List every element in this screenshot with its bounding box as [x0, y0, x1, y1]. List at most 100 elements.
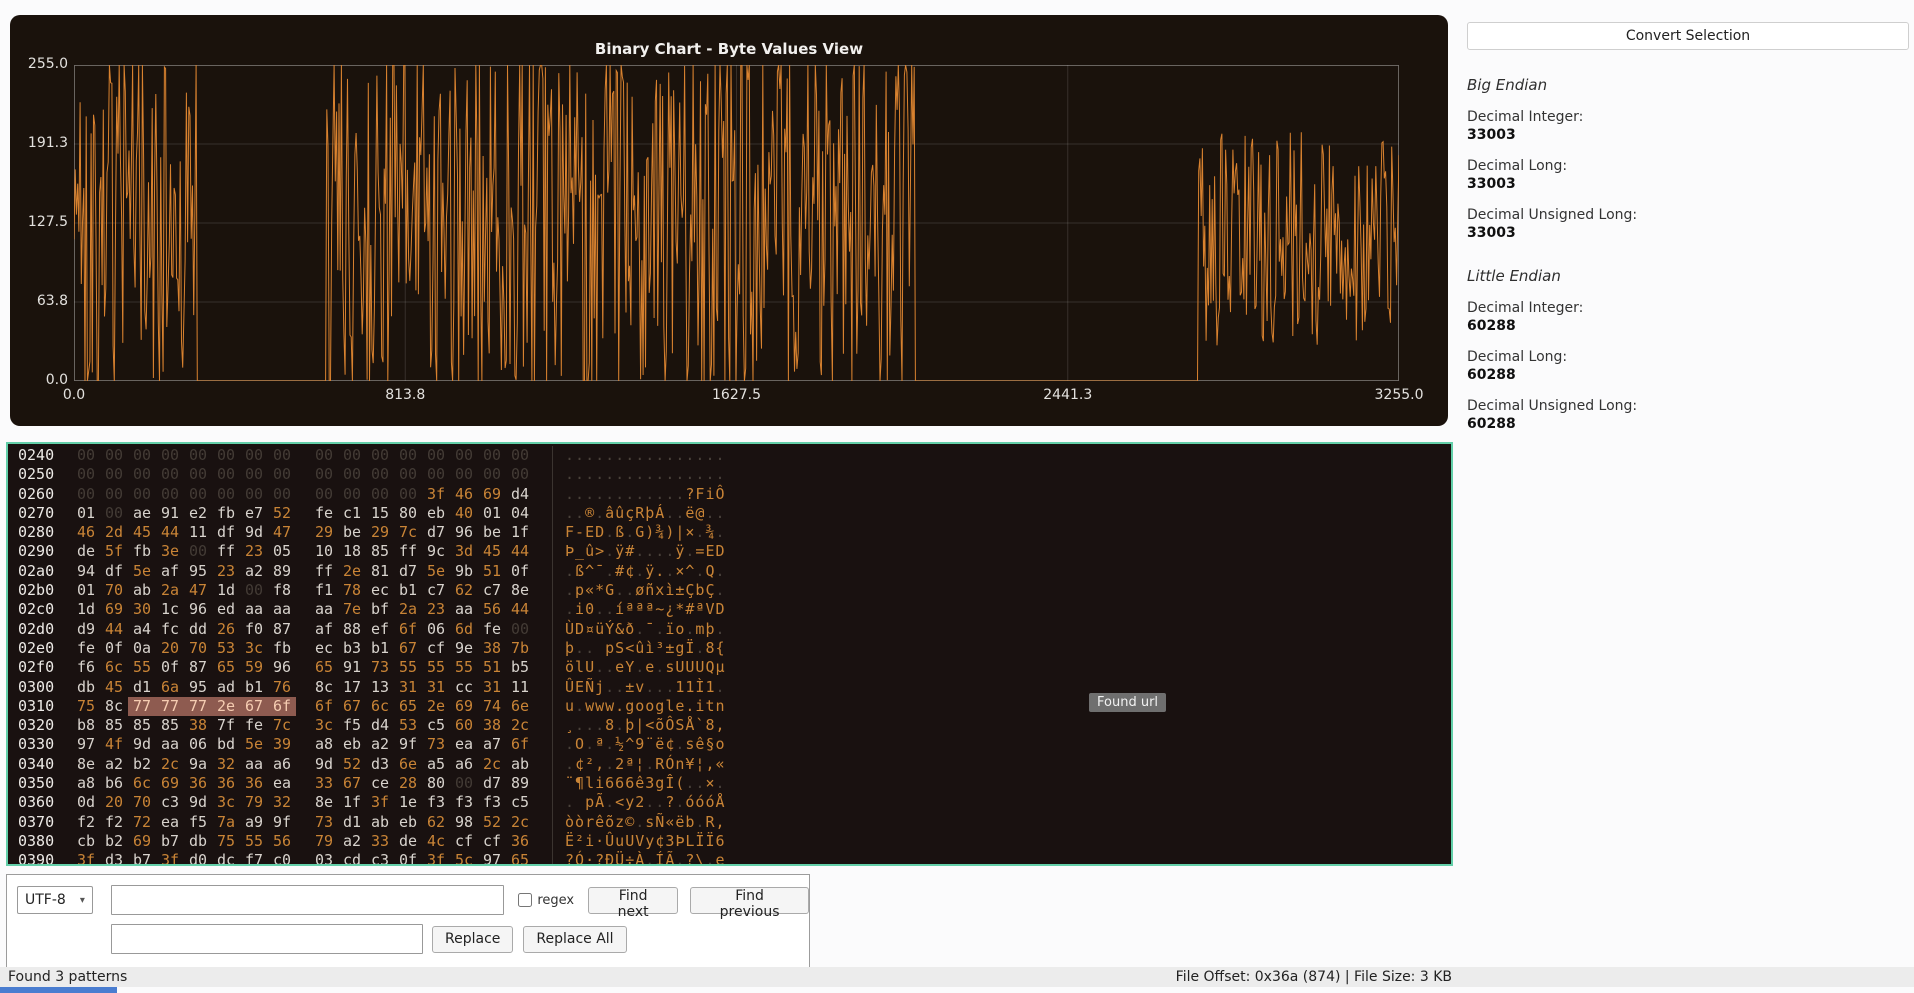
ascii-char[interactable]: E [585, 523, 595, 541]
hex-byte[interactable]: f7 [240, 851, 268, 864]
hex-byte[interactable]: f1 [310, 581, 338, 600]
ascii-char[interactable]: ¢ [575, 755, 585, 773]
hex-byte[interactable]: eb [394, 813, 422, 832]
hex-byte[interactable]: 94 [72, 562, 100, 581]
hex-byte[interactable]: 78 [338, 581, 366, 600]
ascii-char[interactable]: . [585, 485, 595, 503]
ascii-char[interactable]: . [645, 851, 655, 864]
hex-byte[interactable]: 2c [478, 755, 506, 774]
ascii-char[interactable]: 2 [635, 793, 645, 811]
ascii-char[interactable]: . [605, 562, 615, 580]
ascii-char[interactable]: . [655, 542, 665, 560]
ascii-char[interactable]: . [635, 813, 645, 831]
ascii-char[interactable]: y [625, 793, 635, 811]
hex-byte[interactable]: 10 [310, 542, 338, 561]
ascii-char[interactable]: ^ [625, 735, 635, 753]
ascii-char[interactable]: ² [585, 755, 595, 773]
hex-byte[interactable]: 29 [310, 523, 338, 542]
ascii-char[interactable]: . [615, 581, 625, 599]
ascii-char[interactable]: 8 [605, 716, 615, 734]
ascii-char[interactable]: ¿ [665, 600, 675, 618]
hex-byte[interactable]: ec [366, 581, 394, 600]
hex-byte[interactable]: 87 [268, 620, 296, 639]
ascii-char[interactable]: . [565, 465, 575, 483]
hex-byte[interactable]: 47 [184, 581, 212, 600]
ascii-char[interactable]: o [715, 735, 725, 753]
ascii-char[interactable]: ³ [655, 639, 665, 657]
ascii-char[interactable]: . [605, 523, 615, 541]
ascii-char[interactable]: ª [645, 600, 655, 618]
ascii-column[interactable]: ..®.âûçRþÁ..ë@.. [552, 503, 726, 524]
hex-byte[interactable]: cc [450, 678, 478, 697]
ascii-char[interactable]: . [645, 446, 655, 464]
encoding-select[interactable]: UTF-8 ▾ [17, 886, 93, 914]
ascii-char[interactable]: . [645, 678, 655, 696]
hex-byte[interactable]: 0a [128, 639, 156, 658]
hex-byte[interactable]: 74 [478, 697, 506, 716]
ascii-char[interactable]: & [615, 620, 625, 638]
replace-input[interactable] [111, 924, 423, 954]
ascii-char[interactable]: Ñ [585, 678, 595, 696]
find-input[interactable] [110, 885, 505, 915]
ascii-char[interactable]: R [635, 504, 645, 522]
ascii-char[interactable]: s [685, 735, 695, 753]
hex-byte[interactable]: e2 [184, 504, 212, 523]
hex-byte[interactable]: 00 [310, 485, 338, 504]
ascii-char[interactable]: ß [575, 562, 585, 580]
ascii-char[interactable]: R [705, 813, 715, 831]
ascii-char[interactable]: . [575, 446, 585, 464]
hex-byte[interactable]: 85 [366, 542, 394, 561]
ascii-char[interactable]: . [675, 735, 685, 753]
hex-byte[interactable]: 00 [478, 465, 506, 484]
ascii-char[interactable]: p [575, 581, 585, 599]
hex-byte[interactable]: c7 [478, 581, 506, 600]
ascii-char[interactable]: . [625, 446, 635, 464]
hex-byte[interactable]: 1e [394, 793, 422, 812]
ascii-char[interactable]: . [715, 504, 725, 522]
hex-byte[interactable]: d7 [394, 562, 422, 581]
ascii-char[interactable]: . [565, 562, 575, 580]
hex-byte[interactable]: aa [450, 600, 478, 619]
hex-byte[interactable]: fc [156, 620, 184, 639]
ascii-char[interactable]: r [585, 813, 595, 831]
ascii-char[interactable]: Û [565, 678, 575, 696]
ascii-char[interactable]: . [575, 465, 585, 483]
ascii-char[interactable]: ì [665, 581, 675, 599]
hex-byte[interactable]: bf [366, 600, 394, 619]
ascii-char[interactable]: × [705, 774, 715, 792]
hex-byte[interactable]: df [100, 562, 128, 581]
hex-byte[interactable]: 9b [450, 562, 478, 581]
hex-byte[interactable]: 77 [156, 696, 184, 717]
hex-byte[interactable]: 47 [268, 523, 296, 542]
hex-byte[interactable]: 7e [338, 600, 366, 619]
hex-byte[interactable]: f8 [268, 581, 296, 600]
ascii-char[interactable]: R [655, 755, 665, 773]
hex-byte[interactable]: 52 [268, 504, 296, 523]
ascii-char[interactable]: . [595, 465, 605, 483]
hex-byte[interactable]: 40 [450, 504, 478, 523]
hex-byte[interactable]: fb [212, 504, 240, 523]
ascii-column[interactable]: ................ [552, 465, 726, 485]
ascii-char[interactable]: , [715, 716, 725, 734]
hex-byte[interactable]: 55 [240, 832, 268, 851]
hex-byte[interactable]: ff [394, 542, 422, 561]
hex-byte[interactable]: 55 [128, 658, 156, 677]
ascii-char[interactable]: . [625, 485, 635, 503]
hex-byte[interactable]: db [184, 832, 212, 851]
ascii-char[interactable]: Î [665, 774, 675, 792]
ascii-char[interactable]: o [675, 620, 685, 638]
hex-byte[interactable]: 91 [338, 658, 366, 677]
hex-byte[interactable]: 9d [240, 523, 268, 542]
hex-byte[interactable]: 1d [212, 581, 240, 600]
hex-byte[interactable]: 77 [184, 696, 212, 717]
ascii-column[interactable]: òòrêõz©.sÑ«ëb.R, [552, 812, 726, 832]
ascii-column[interactable]: .p«*G..øñxì±ÇbÇ. [552, 581, 726, 601]
ascii-char[interactable]: u [615, 832, 625, 850]
hex-byte[interactable]: 6e [394, 755, 422, 774]
hex-byte[interactable]: f5 [338, 716, 366, 735]
ascii-char[interactable]: × [675, 562, 685, 580]
ascii-char[interactable]: . [615, 697, 625, 715]
hex-byte[interactable]: 9d [128, 735, 156, 754]
hex-byte[interactable]: 06 [422, 620, 450, 639]
ascii-char[interactable]: ¢ [625, 562, 635, 580]
